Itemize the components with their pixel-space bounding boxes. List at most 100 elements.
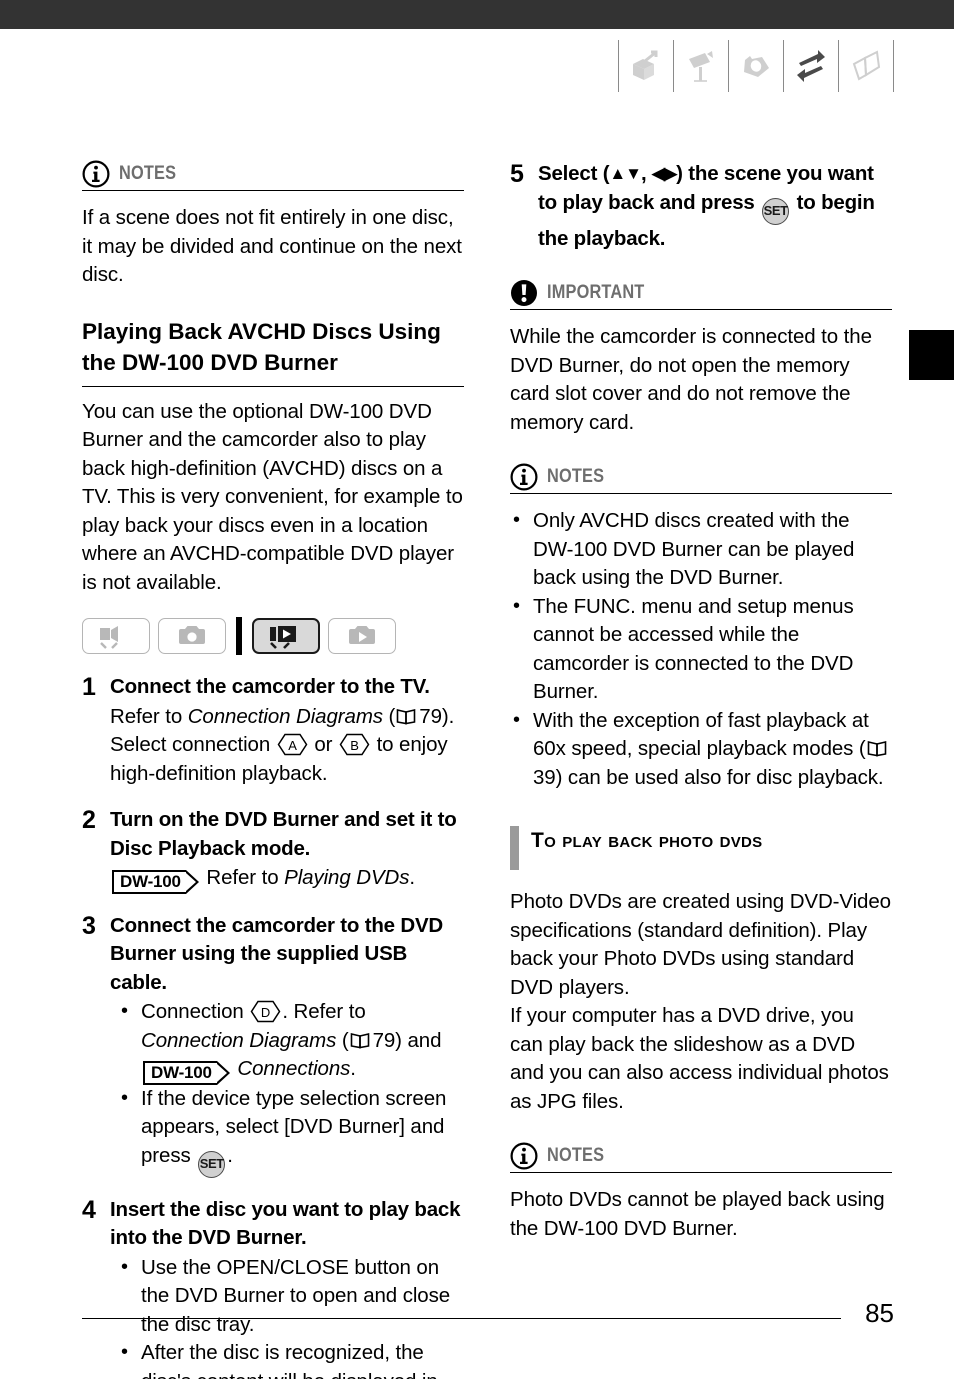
step-text: ( bbox=[382, 704, 396, 728]
list-item: Connection D . Refer to Connection Diagra… bbox=[118, 997, 464, 1085]
callout-rule bbox=[510, 493, 892, 494]
bullet-text: ( bbox=[336, 1028, 349, 1052]
leftright-arrows-icon: ◀▶ bbox=[651, 164, 677, 183]
notes-body: If a scene does not fit entirely in one … bbox=[82, 206, 462, 286]
camcorder-icon[interactable] bbox=[674, 40, 728, 92]
list-item: After the disc is recognized, the disc's… bbox=[118, 1338, 464, 1379]
step-title: Turn on the DVD Burner and set it to Dis… bbox=[110, 808, 457, 860]
page-reference-number: 79 bbox=[419, 704, 442, 728]
book-reference-icon bbox=[866, 737, 888, 757]
info-circle-icon bbox=[510, 1142, 538, 1170]
transfer-arrows-icon[interactable] bbox=[784, 40, 838, 92]
step-number: 2 bbox=[82, 806, 96, 834]
bullet-text: . bbox=[227, 1143, 233, 1167]
dw-100-tag-label: DW-100 bbox=[143, 1060, 217, 1085]
step-text: Refer to bbox=[200, 866, 285, 889]
step-3: 3 Connect the camcorder to the DVD Burne… bbox=[82, 912, 464, 1178]
photo-playback-mode-icon bbox=[328, 618, 396, 654]
step-detail: DW-100 Refer to Playing DVDs. bbox=[110, 864, 464, 894]
notes-label: NOTES bbox=[547, 466, 605, 487]
set-button-icon: SET bbox=[762, 197, 790, 225]
notes-callout-header: NOTES bbox=[510, 463, 892, 491]
footer-rule bbox=[82, 1318, 841, 1319]
section-intro-text: You can use the optional DW-100 DVD Burn… bbox=[82, 399, 463, 594]
photo-record-mode-icon bbox=[158, 618, 226, 654]
subheading-accent-bar bbox=[510, 826, 519, 870]
step-title: Insert the disc you want to play back in… bbox=[110, 1197, 461, 1250]
step-bullet-list: Use the OPEN/CLOSE button on the DVD Bur… bbox=[118, 1253, 464, 1379]
step-2: 2 Turn on the DVD Burner and set it to D… bbox=[82, 806, 464, 894]
mode-group-divider bbox=[236, 617, 242, 655]
open-book-icon[interactable] bbox=[839, 40, 893, 92]
book-reference-icon bbox=[395, 705, 417, 724]
step-title: Connect the camcorder to the DVD Burner … bbox=[110, 913, 444, 994]
bullet-text: . Refer to bbox=[282, 1000, 366, 1023]
connection-marker-d: D bbox=[250, 1000, 281, 1023]
list-item: Only AVCHD discs created with the DW-100… bbox=[510, 506, 892, 593]
photo-camera-icon[interactable] bbox=[729, 40, 783, 92]
step-text: Select ( bbox=[538, 162, 610, 185]
info-circle-icon bbox=[82, 160, 110, 188]
bullet-text: Connection bbox=[141, 1000, 250, 1023]
page-number: 85 bbox=[865, 1298, 894, 1328]
list-item: With the exception of fast playback at 6… bbox=[510, 706, 892, 793]
notes-bullet-list: Only AVCHD discs created with the DW-100… bbox=[510, 506, 892, 793]
photo-dvd-subheading: To play back Photo DVDs bbox=[531, 829, 763, 852]
important-label: IMPORTANT bbox=[547, 282, 645, 303]
icon-divider bbox=[893, 40, 894, 92]
left-column: NOTES If a scene does not fit entirely i… bbox=[82, 160, 464, 1379]
step-number: 4 bbox=[82, 1195, 96, 1224]
step-text: . bbox=[409, 866, 415, 889]
callout-rule bbox=[510, 1172, 892, 1173]
movie-record-mode-icon bbox=[82, 618, 150, 654]
book-reference-icon bbox=[349, 1029, 371, 1048]
section-heading-rule bbox=[82, 385, 464, 387]
reference-title: Playing DVDs bbox=[284, 866, 410, 889]
top-dark-bar bbox=[0, 0, 954, 29]
svg-text:D: D bbox=[261, 1005, 270, 1020]
updown-arrows-icon: ▲▼ bbox=[609, 164, 642, 183]
svg-text:B: B bbox=[350, 738, 359, 753]
step-5: 5 Select (▲▼, ◀▶) the scene you want to … bbox=[510, 160, 892, 253]
bullet-text: With the exception of fast playback at 6… bbox=[533, 708, 869, 761]
chapter-thumb-tab bbox=[909, 330, 954, 380]
right-column: 5 Select (▲▼, ◀▶) the scene you want to … bbox=[510, 160, 892, 1243]
reference-title: Connections bbox=[231, 1057, 351, 1080]
bullet-text: . bbox=[350, 1057, 356, 1080]
step-text: , bbox=[640, 162, 652, 185]
svg-text:A: A bbox=[288, 738, 297, 753]
photo-dvd-paragraph-2: If your computer has a DVD drive, you ca… bbox=[510, 1004, 889, 1113]
dw-100-tag-arrow bbox=[216, 1060, 230, 1085]
step-number: 1 bbox=[82, 673, 96, 701]
step-text: Refer to bbox=[110, 704, 188, 728]
step-text: or bbox=[308, 733, 338, 756]
list-item: If the device type selection screen appe… bbox=[118, 1084, 464, 1178]
step-number: 3 bbox=[82, 911, 96, 940]
step-number: 5 bbox=[510, 160, 524, 188]
manual-page: NOTES If a scene does not fit entirely i… bbox=[0, 0, 954, 1379]
movie-playback-mode-icon bbox=[252, 618, 320, 654]
set-button-icon: SET bbox=[198, 1150, 226, 1178]
callout-rule bbox=[510, 309, 892, 310]
reference-title: Connection Diagrams bbox=[141, 1028, 337, 1052]
reference-title: Connection Diagrams bbox=[187, 704, 383, 728]
dw-100-tag-arrow bbox=[185, 869, 199, 894]
info-circle-icon bbox=[510, 463, 538, 491]
notes-label: NOTES bbox=[547, 1145, 605, 1166]
bullet-text: ) and bbox=[395, 1028, 442, 1052]
chapter-icon-bar bbox=[618, 40, 894, 92]
step-title: Connect the camcorder to the TV. bbox=[110, 675, 430, 698]
connection-marker-a: A bbox=[277, 733, 308, 756]
important-body: While the camcorder is connected to the … bbox=[510, 325, 872, 434]
important-callout-header: IMPORTANT bbox=[510, 279, 892, 307]
bullet-text: ) can be used also for disc playback. bbox=[555, 765, 884, 789]
connection-marker-b: B bbox=[339, 733, 370, 756]
notes-callout-header: NOTES bbox=[82, 160, 464, 188]
bullet-text: If the device type selection screen appe… bbox=[141, 1086, 447, 1167]
box-unpack-icon[interactable] bbox=[619, 40, 673, 92]
notes-body: Photo DVDs cannot be played back using t… bbox=[510, 1188, 885, 1240]
list-item: The FUNC. menu and setup menus cannot be… bbox=[510, 592, 892, 707]
dw-100-tag: DW-100 bbox=[143, 1060, 230, 1085]
exclamation-circle-icon bbox=[511, 280, 537, 306]
page-reference-number: 79 bbox=[372, 1028, 396, 1052]
